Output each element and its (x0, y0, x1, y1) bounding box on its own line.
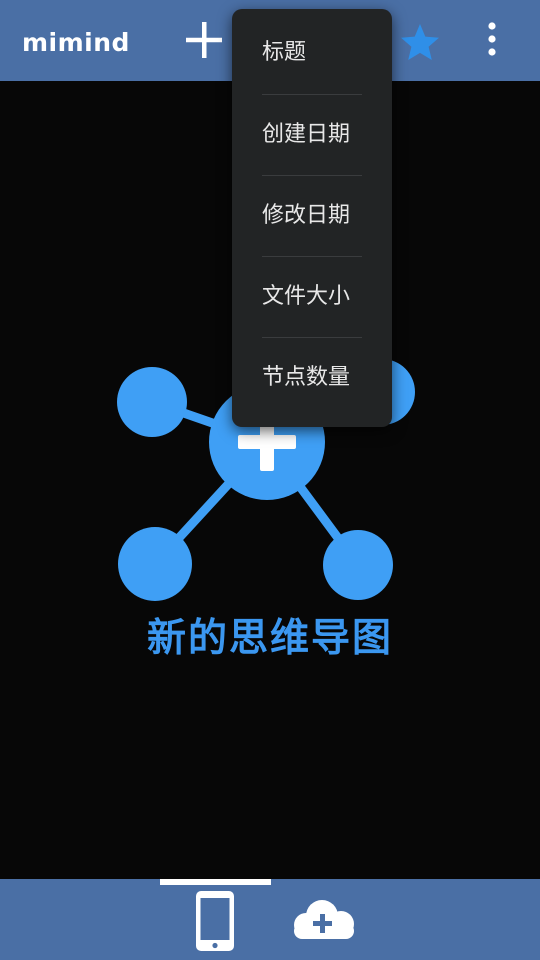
star-icon (401, 24, 439, 60)
more-options-button[interactable] (476, 18, 508, 62)
selected-tab-indicator (160, 879, 271, 885)
sort-by-title[interactable]: 标题 (232, 9, 392, 94)
sort-by-file-size[interactable]: 文件大小 (232, 257, 392, 337)
add-button[interactable] (182, 18, 226, 62)
more-vertical-icon (488, 22, 496, 56)
menu-item-label: 修改日期 (262, 203, 351, 228)
menu-item-label: 节点数量 (262, 365, 351, 390)
sort-by-modified-date[interactable]: 修改日期 (232, 176, 392, 256)
favorites-button[interactable] (398, 20, 442, 64)
sort-by-node-count[interactable]: 节点数量 (232, 338, 392, 418)
tab-cloud-files[interactable] (286, 897, 360, 943)
menu-item-label: 标题 (262, 40, 307, 65)
sort-by-created-date[interactable]: 创建日期 (232, 95, 392, 175)
phone-icon (196, 891, 234, 951)
menu-item-label: 创建日期 (262, 122, 351, 147)
new-mindmap-label[interactable]: 新的思维导图 (0, 615, 540, 663)
tab-local-files[interactable] (192, 889, 238, 953)
mindmap-app-screen: mimind 新的思维导图 标题 创建日期 修改日期 文件大小 节点数量 (0, 0, 540, 960)
bottom-tab-bar (0, 879, 540, 960)
cloud-add-icon (294, 900, 354, 939)
app-logo: mimind (22, 28, 130, 57)
sort-menu: 标题 创建日期 修改日期 文件大小 节点数量 (232, 9, 392, 427)
plus-icon (186, 22, 222, 58)
menu-item-label: 文件大小 (262, 284, 351, 309)
